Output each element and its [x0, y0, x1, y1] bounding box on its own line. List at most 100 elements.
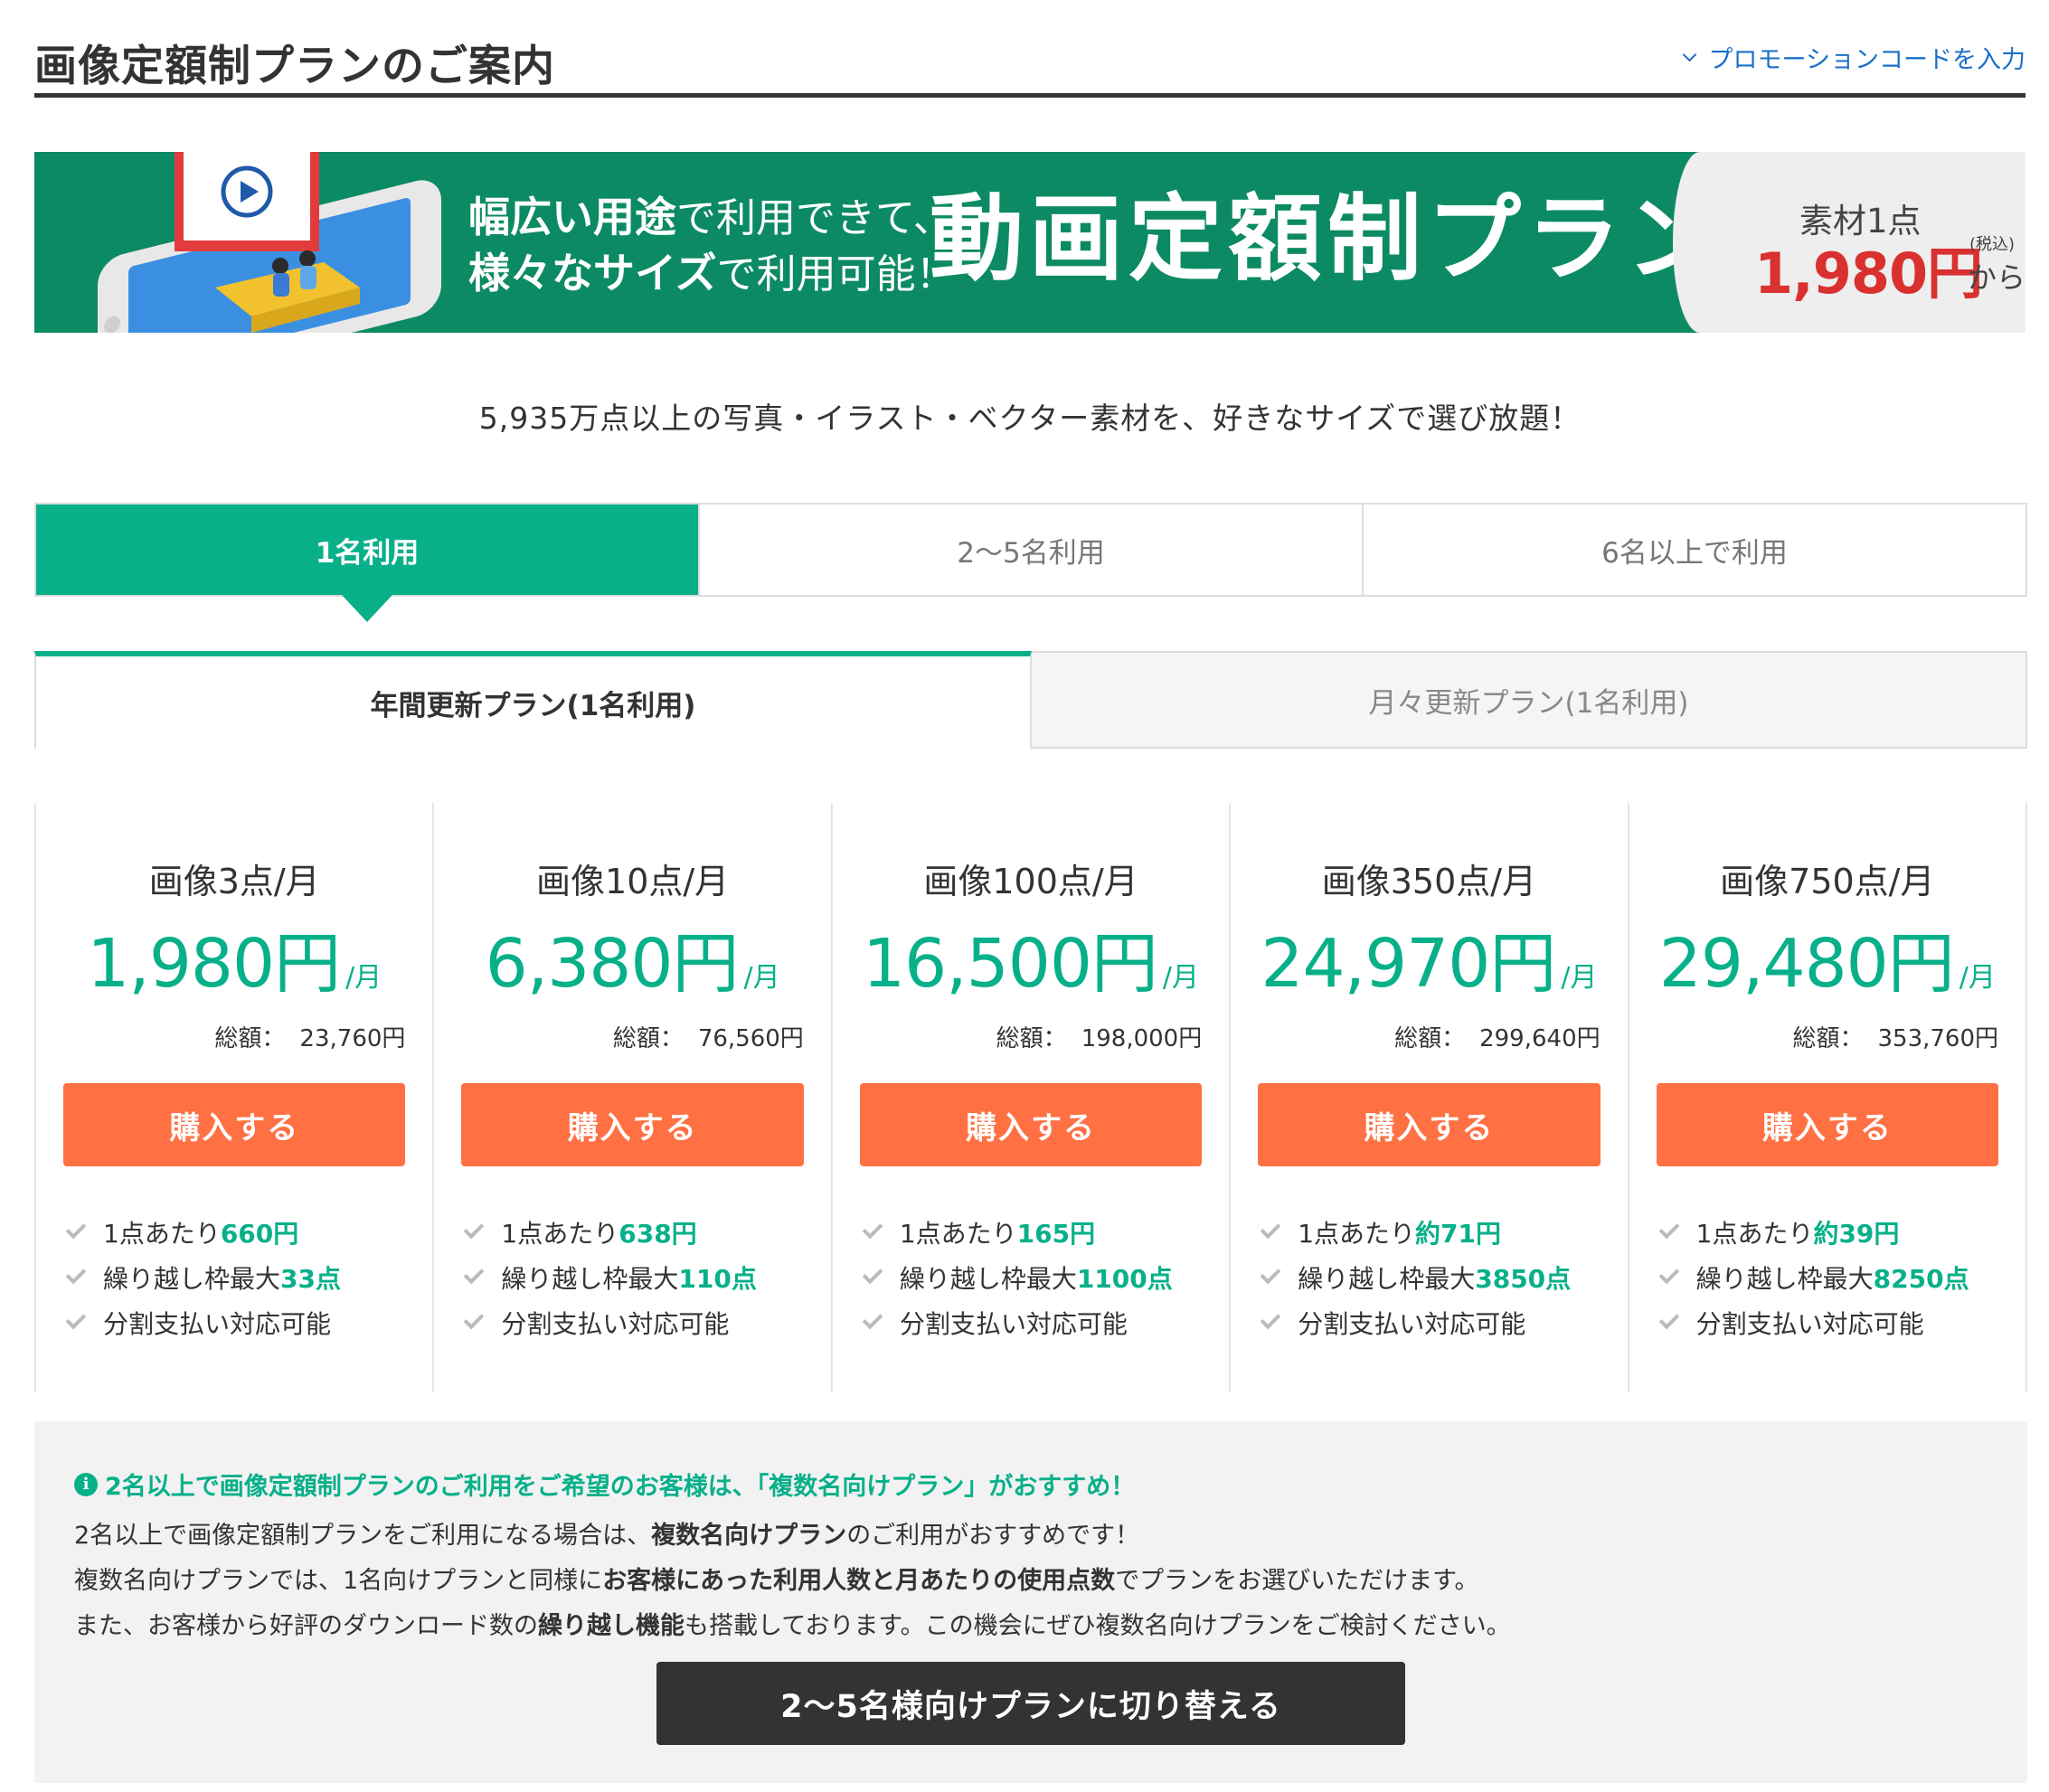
page-title: 画像定額制プランのご案内 [34, 42, 555, 91]
plan-price-row: 24,970円/月 [1231, 910, 1627, 1006]
check-icon [65, 1263, 87, 1285]
plan-total-label: 総額： [1792, 1025, 1864, 1052]
info-text: また、お客様から好評のダウンロード数の [74, 1612, 538, 1640]
plan-total: 総額： 299,640円 [1394, 1020, 1600, 1053]
chevron-down-icon [1682, 47, 1696, 61]
info-text: 2名以上で画像定額制プランをご利用になる場合は、 [74, 1522, 652, 1550]
check-icon [1260, 1263, 1281, 1285]
info-text: 複数名向けプランでは、1名向けプランと同様に [74, 1567, 603, 1595]
feature-value: 約39円 [1813, 1219, 1900, 1249]
plan-per-month: /月 [1959, 962, 1996, 994]
feature-value: 660円 [220, 1219, 299, 1249]
feature-value: 約71円 [1415, 1219, 1502, 1249]
promo-code-link[interactable]: プロモーションコードを入力 [1682, 40, 2025, 75]
plan-total-value: 299,640円 [1479, 1025, 1600, 1052]
video-plan-banner[interactable]: 幅広い用途で利用できて、 様々なサイズで利用可能！ 動画定額制プラン 素材1点 … [34, 152, 2025, 333]
plan-per-month: /月 [743, 962, 780, 994]
feature-label: 分割支払い対応可能 [501, 1309, 730, 1339]
feature-value: 638円 [618, 1219, 697, 1249]
plan-card-100: 画像100点/月 16,500円/月 総額： 198,000円 購入する 1点あた… [830, 803, 1229, 1392]
info-text: でプランをお選びいただけます。 [1115, 1567, 1479, 1595]
plan-features: 1点あたり 638円 繰り越し枠最大 110点 分割支払い対応可能 [461, 1210, 757, 1345]
buy-button[interactable]: 購入する [461, 1083, 804, 1166]
feature-value: 1100点 [1076, 1264, 1173, 1294]
info-text: も搭載しております。この機会にぜひ複数名向けプランをご検討ください。 [685, 1612, 1511, 1640]
check-icon [464, 1218, 485, 1240]
feature-installment: 分割支払い対応可能 [860, 1300, 1173, 1345]
plan-card-350: 画像350点/月 24,970円/月 総額： 299,640円 購入する 1点あた… [1229, 803, 1627, 1392]
phone-illustration-icon [98, 152, 441, 333]
plan-features: 1点あたり 約71円 繰り越し枠最大 3850点 分割支払い対応可能 [1258, 1210, 1571, 1345]
plan-total-label: 総額： [612, 1025, 684, 1052]
info-icon: i [74, 1472, 98, 1496]
switch-to-multi-user-button[interactable]: 2〜5名様向けプランに切り替える [656, 1662, 1405, 1745]
feature-value: 8250点 [1873, 1264, 1969, 1294]
plan-total-label: 総額： [1394, 1025, 1466, 1052]
billing-period-tabs: 年間更新プラン(1名利用) 月々更新プラン(1名利用) [34, 651, 2027, 749]
check-icon [464, 1263, 485, 1285]
banner-price-from: から [1968, 260, 2025, 295]
plan-price-row: 1,980円/月 [36, 910, 432, 1006]
feature-carryover: 繰り越し枠最大 8250点 [1657, 1255, 1969, 1300]
info-line-3: また、お客様から好評のダウンロード数の繰り越し機能も搭載しております。この機会に… [74, 1606, 1511, 1641]
plan-total-label: 総額： [996, 1025, 1067, 1052]
feature-unit-price: 1点あたり 約39円 [1657, 1210, 1969, 1255]
feature-label: 1点あたり [103, 1219, 221, 1249]
feature-label: 繰り越し枠最大 [899, 1264, 1077, 1294]
plan-name: 画像750点/月 [1720, 862, 1935, 901]
banner-price-box: 素材1点 1,980円 (税込) から [1673, 152, 2025, 333]
plan-list: 画像3点/月 1,980円/月 総額： 23,760円 購入する 1点あたり 660… [34, 803, 2028, 1392]
check-icon [1658, 1218, 1679, 1240]
info-heading: i 2名以上で画像定額制プランのご利用をご希望のお客様は、「複数名向けプラン」が… [74, 1467, 1135, 1502]
plan-per-month: /月 [1162, 962, 1200, 994]
plan-price-row: 29,480円/月 [1629, 910, 2025, 1006]
feature-unit-price: 1点あたり 638円 [461, 1210, 756, 1255]
plan-per-month: /月 [1561, 962, 1598, 994]
plan-total-value: 76,560円 [697, 1025, 804, 1052]
check-icon [862, 1308, 883, 1330]
info-emphasis: 複数名向けプラン [651, 1522, 847, 1550]
feature-value: 33点 [280, 1264, 341, 1294]
tab-annual-plan[interactable]: 年間更新プラン(1名利用) [34, 651, 1032, 749]
user-count-tabs: 1名利用 2〜5名利用 6名以上で利用 [34, 503, 2027, 622]
plan-total-value: 23,760円 [299, 1025, 406, 1052]
plan-total: 総額： 198,000円 [996, 1020, 1203, 1053]
tab-6-plus-users[interactable]: 6名以上で利用 [1362, 505, 2025, 595]
plan-per-month: /月 [345, 962, 382, 994]
info-line-2: 複数名向けプランでは、1名向けプランと同様にお客様にあった利用人数と月あたりの使… [74, 1561, 1479, 1596]
plan-features: 1点あたり 660円 繰り越し枠最大 33点 分割支払い対応可能 [63, 1210, 341, 1345]
feature-label: 1点あたり [501, 1219, 619, 1249]
feature-value: 110点 [678, 1264, 757, 1294]
plan-card-3: 画像3点/月 1,980円/月 総額： 23,760円 購入する 1点あたり 660… [34, 803, 432, 1392]
feature-label: 繰り越し枠最大 [1298, 1264, 1476, 1294]
check-icon [65, 1218, 87, 1240]
banner-tax-note: (税込) [1969, 235, 2016, 254]
plan-total-value: 198,000円 [1081, 1025, 1203, 1052]
tab-2-5-users[interactable]: 2〜5名利用 [698, 505, 1362, 595]
feature-carryover: 繰り越し枠最大 3850点 [1258, 1255, 1571, 1300]
feature-unit-price: 1点あたり 660円 [63, 1210, 341, 1255]
plan-total: 総額： 23,760円 [214, 1020, 405, 1053]
feature-unit-price: 1点あたり 約71円 [1258, 1210, 1571, 1255]
plan-total-label: 総額： [214, 1025, 286, 1052]
plan-price-row: 16,500円/月 [833, 910, 1229, 1006]
check-icon [464, 1308, 485, 1330]
buy-button[interactable]: 購入する [1258, 1083, 1600, 1166]
buy-button[interactable]: 購入する [1656, 1083, 1999, 1166]
check-icon [862, 1218, 883, 1240]
plan-name: 画像10点/月 [536, 862, 730, 901]
buy-button[interactable]: 購入する [859, 1083, 1203, 1166]
feature-installment: 分割支払い対応可能 [461, 1300, 756, 1345]
plan-name: 画像100点/月 [923, 862, 1138, 901]
feature-label: 繰り越し枠最大 [501, 1264, 679, 1294]
tab-monthly-plan[interactable]: 月々更新プラン(1名利用) [1032, 651, 2027, 749]
feature-carryover: 繰り越し枠最大 110点 [461, 1255, 757, 1300]
info-emphasis: 繰り越し機能 [538, 1612, 685, 1640]
plan-card-750: 画像750点/月 29,480円/月 総額： 353,760円 購入する 1点あた… [1627, 803, 2028, 1392]
feature-label: 分割支払い対応可能 [103, 1309, 332, 1339]
feature-label: 1点あたり [1695, 1219, 1814, 1249]
tab-1-user[interactable]: 1名利用 [36, 505, 698, 622]
feature-installment: 分割支払い対応可能 [1657, 1300, 1969, 1345]
buy-button[interactable]: 購入する [63, 1083, 406, 1166]
plan-price-row: 6,380円/月 [434, 910, 830, 1006]
